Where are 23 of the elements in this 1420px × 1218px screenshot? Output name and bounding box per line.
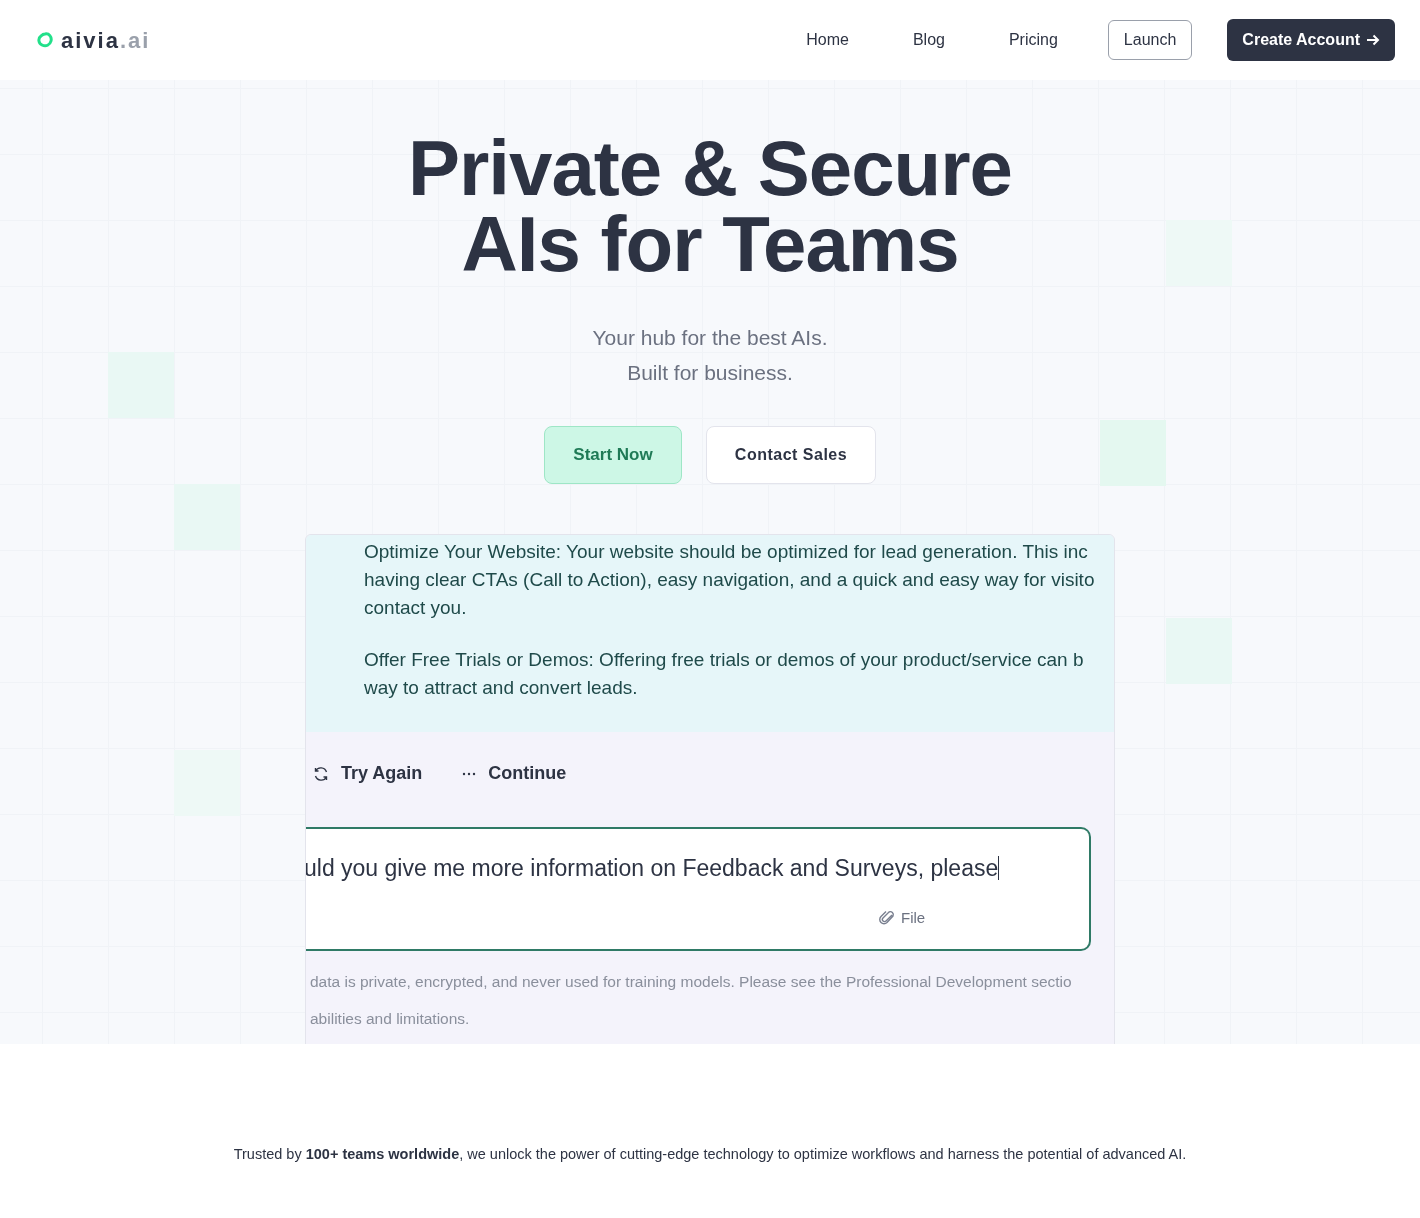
- privacy-disclaimer: data is private, encrypted, and never used for training models. Please see the Professional Development sectio abilities and limitations.: [309, 972, 1073, 1029]
- response-paragraph: Optimize Your Website: Your website should be optimized for lead generation. This inc having clear CTAs (Call to Action), easy navigation, and a quick and easy way for visito contact you.: [364, 540, 1096, 620]
- contact-sales-button[interactable]: Contact Sales: [706, 426, 876, 484]
- create-account-button[interactable]: Create Account: [1227, 19, 1395, 61]
- start-now-button[interactable]: Start Now: [544, 426, 682, 484]
- nav-link[interactable]: Blog: [880, 22, 977, 58]
- launch-button[interactable]: Launch: [1107, 20, 1193, 60]
- logo-icon: [37, 32, 53, 48]
- try-again-button[interactable]: Try Again: [313, 760, 423, 787]
- trust-statement: Trusted by 100+ teams worldwide, we unlock the power of cutting-edge technology to optimize workflows and harness the potential of advanced AI.: [233, 1145, 1187, 1164]
- message-input[interactable]: uld you give me more information on Feedback and Surveys, please File: [306, 827, 1091, 951]
- hero-subtitle: Your hub for the best AIs. Built for business.: [592, 325, 828, 386]
- logo-text[interactable]: aivia.ai: [61, 23, 151, 57]
- hero-title: Private & Secure AIs for Teams: [408, 130, 1012, 282]
- arrow-right-icon: [1366, 33, 1380, 47]
- nav-link[interactable]: Home: [774, 22, 881, 58]
- continue-button[interactable]: Continue: [462, 760, 567, 787]
- refresh-icon: [313, 765, 329, 782]
- attach-file-button[interactable]: File: [879, 907, 926, 930]
- response-paragraph: Offer Free Trials or Demos: Offering free trials or demos of your product/service can b way to attract and convert leads.: [364, 648, 1085, 700]
- input-text: uld you give me more information on Feedback and Surveys, please: [306, 854, 999, 883]
- ellipsis-icon: [462, 771, 477, 776]
- nav-link[interactable]: Pricing: [976, 22, 1090, 58]
